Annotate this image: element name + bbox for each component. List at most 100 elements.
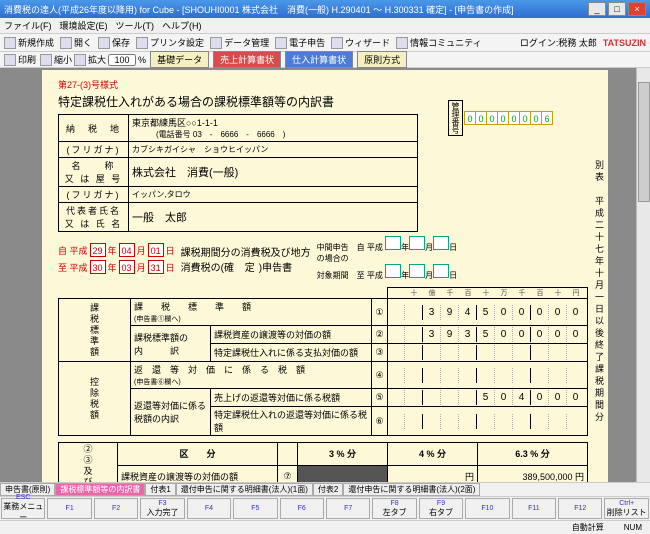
r2-label-b: 課税資産の譲渡等の対価の額: [211, 326, 372, 344]
taxpayer-table: 納 税 地 東京都練馬区○○1-1-1 (電話番号 03 - 6666 - 66…: [58, 114, 418, 232]
r3-amount[interactable]: [388, 344, 588, 362]
zoom-out-icon[interactable]: [40, 54, 52, 66]
mgmt-label: 管理番号: [448, 100, 463, 136]
status-bar: 自動計算 NUM: [0, 520, 650, 534]
to-day[interactable]: 31: [148, 260, 164, 274]
fkey-F1[interactable]: F1: [47, 498, 91, 519]
r3-label-b: 特定課税仕入れに係る支払対価の額: [211, 344, 372, 362]
r2-amount[interactable]: 393500000: [388, 326, 588, 344]
to-month[interactable]: 03: [119, 260, 135, 274]
btab-3[interactable]: 還付申告に関する明細書(法人)(1面): [176, 483, 313, 496]
mgmt-digit[interactable]: 6: [541, 111, 553, 125]
community-button[interactable]: 情報コミュニティ: [396, 36, 481, 49]
menu-file[interactable]: ファイル(F): [4, 19, 52, 32]
mgmt-number-box: 管理番号 00000006: [448, 100, 586, 136]
fkey-F2[interactable]: F2: [94, 498, 138, 519]
fkey-F12[interactable]: F12: [558, 498, 602, 519]
close-button[interactable]: ×: [628, 2, 646, 16]
efile-icon: [275, 37, 287, 49]
interim-block: 中間申告 自 平成 年月日 の場合の 対象期間 至 平成 年月日: [317, 236, 457, 281]
fkey-F11[interactable]: F11: [512, 498, 556, 519]
print-button[interactable]: 印刷: [4, 53, 36, 66]
scrollbar-thumb[interactable]: [638, 82, 650, 202]
fkey-ESC[interactable]: ESC業務メニュー: [1, 498, 45, 519]
r6-amount[interactable]: [388, 407, 588, 436]
data-manage-button[interactable]: データ管理: [210, 36, 269, 49]
fkey-F3[interactable]: F3入力完了: [140, 498, 184, 519]
to-year[interactable]: 30: [90, 260, 106, 274]
tab-sales-calc[interactable]: 売上計算書状: [213, 51, 281, 68]
furigana1-value[interactable]: カブシキガイシャ ショウヒイッパン: [129, 142, 418, 158]
company-name-value[interactable]: 株式会社 消費(一般): [129, 158, 418, 187]
titlebar: 消費税の達人(平成26年度以降用) for Cube - [SHOUHI0001…: [0, 0, 650, 18]
btab-4[interactable]: 付表2: [313, 483, 343, 496]
login-label: ログイン:税務 太郎: [520, 36, 597, 49]
menu-help[interactable]: ヘルプ(H): [162, 19, 202, 32]
toolbar-view: 印刷 縮小 拡大 % 基礎データ 売上計算書状 仕入計算書状 原則方式: [0, 52, 650, 68]
wizard-button[interactable]: ウィザード: [331, 36, 390, 49]
rep-name-value[interactable]: 一般 太郎: [129, 203, 418, 232]
open-button[interactable]: 開く: [60, 36, 92, 49]
r5-amount[interactable]: 504000: [388, 389, 588, 407]
save-button[interactable]: 保存: [98, 36, 130, 49]
fkey-F7[interactable]: F7: [326, 498, 370, 519]
print-setup-button[interactable]: プリンタ設定: [136, 36, 204, 49]
from-month[interactable]: 04: [119, 243, 135, 257]
furigana1-label: (フリガナ): [59, 142, 129, 158]
fkey-F6[interactable]: F6: [280, 498, 324, 519]
menubar: ファイル(F) 環境設定(E) ツール(T) ヘルプ(H): [0, 18, 650, 34]
open-icon: [60, 37, 72, 49]
btab-1[interactable]: 課税標準額等の内訳書: [55, 483, 145, 496]
toolbar-main: 新規作成 開く 保存 プリンタ設定 データ管理 電子申告 ウィザード 情報コミュ…: [0, 34, 650, 52]
wizard-icon: [331, 37, 343, 49]
rowhdr-deduct: 控除税額: [59, 362, 131, 436]
maximize-button[interactable]: □: [608, 2, 626, 16]
r2-label-a: 課税標準額の内 訳: [131, 326, 211, 362]
btab-5[interactable]: 還付申告に関する明細書(法人)(2面): [343, 483, 480, 496]
new-button[interactable]: 新規作成: [4, 36, 54, 49]
vertical-scrollbar[interactable]: [636, 68, 650, 482]
community-icon: [396, 37, 408, 49]
fkey-F8[interactable]: F8左タブ: [372, 498, 416, 519]
zoom-in-icon[interactable]: [74, 54, 86, 66]
breakdown-table: ②③及び④の内訳 区 分 3 % 分 4 % 分 6.3 % 分 課税資産の譲渡…: [58, 442, 588, 482]
printer-icon: [136, 37, 148, 49]
r4-amount[interactable]: [388, 362, 588, 389]
menu-tool[interactable]: ツール(T): [116, 19, 155, 32]
period-row: 自 平成 29年 04月 01日 至 平成 30年 03月 31日 課税期間分の…: [58, 236, 592, 281]
fkey-Ctrl+[interactable]: Ctrl+削除リスト: [604, 498, 648, 519]
to-label: 至 平成: [58, 261, 88, 274]
form-page: 第27-(3)号様式 特定課税仕入れがある場合の課税標準額等の内訳書 管理番号 …: [42, 70, 608, 482]
furigana2-label: (フリガナ): [59, 187, 129, 203]
window-title: 消費税の達人(平成26年度以降用) for Cube - [SHOUHI0001…: [4, 3, 514, 16]
menu-env[interactable]: 環境設定(E): [60, 19, 108, 32]
fkey-F4[interactable]: F4: [187, 498, 231, 519]
save-icon: [98, 37, 110, 49]
efile-button[interactable]: 電子申告: [275, 36, 325, 49]
tax-place-value[interactable]: 東京都練馬区○○1-1-1 (電話番号 03 - 6666 - 6666 ): [129, 115, 418, 142]
zoom-input[interactable]: [108, 54, 136, 66]
tab-purchase-calc[interactable]: 仕入計算書状: [285, 51, 353, 68]
furigana2-value[interactable]: イッパン,タロウ: [129, 187, 418, 203]
from-year[interactable]: 29: [90, 243, 106, 257]
data-icon: [210, 37, 222, 49]
window-buttons: _ □ ×: [588, 2, 646, 16]
fkey-F5[interactable]: F5: [233, 498, 277, 519]
r6-label-b: 特定課税仕入れの返還等対価に係る税額: [211, 407, 372, 436]
rowhdr-breakdown: ②③及び④の内訳: [59, 443, 118, 483]
r1-amount[interactable]: 394500000: [388, 299, 588, 326]
r5-label-a: 返還等対価に係る税額の内訳: [131, 389, 211, 436]
tab-principle[interactable]: 原則方式: [357, 51, 407, 68]
r4-label: 返 還 等 対 価 に 係 る 税 額(申告書⑥欄へ): [131, 362, 372, 389]
fkey-F10[interactable]: F10: [465, 498, 509, 519]
tab-basic-data[interactable]: 基礎データ: [150, 51, 209, 68]
brand-logo: TATSUZIN: [603, 38, 646, 48]
sheet-tabs: 申告書(原則) 課税標準額等の内訳書 付表1 還付申告に関する明細書(法人)(1…: [0, 482, 650, 496]
period-text: 課税期間分の消費税及び地方 消費税の(確 定)申告書: [181, 244, 311, 274]
minimize-button[interactable]: _: [588, 2, 606, 16]
workspace: 第27-(3)号様式 特定課税仕入れがある場合の課税標準額等の内訳書 管理番号 …: [0, 68, 650, 482]
from-day[interactable]: 01: [148, 243, 164, 257]
company-name-label: 名 称 又 は 屋 号: [59, 158, 129, 187]
btab-2[interactable]: 付表1: [145, 483, 175, 496]
fkey-F9[interactable]: F9右タブ: [419, 498, 463, 519]
